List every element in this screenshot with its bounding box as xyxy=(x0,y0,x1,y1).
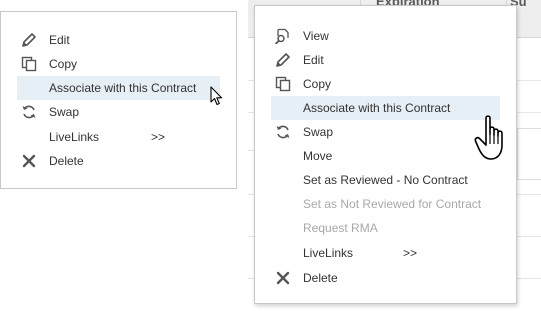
menu-item-label: Copy xyxy=(49,57,78,71)
menu-item-copy[interactable]: Copy xyxy=(17,52,220,76)
menu-item-request-rma: Request RMA xyxy=(271,216,500,240)
background-panel-edge xyxy=(517,128,541,180)
menu-item-edit[interactable]: Edit xyxy=(271,48,500,72)
menu-item-label: Delete xyxy=(303,271,338,285)
close-icon xyxy=(271,266,303,290)
menu-item-set-reviewed-no-contract[interactable]: Set as Reviewed - No Contract xyxy=(271,168,500,192)
menu-item-label: Associate with this Contract xyxy=(303,101,451,115)
pencil-icon xyxy=(17,28,49,52)
menu-item-move[interactable]: Move xyxy=(271,144,500,168)
copy-icon xyxy=(271,72,303,96)
menu-item-label: LiveLinks xyxy=(303,246,354,260)
pencil-icon xyxy=(271,48,303,72)
menu-item-label: Delete xyxy=(49,154,84,168)
context-menu-left: Edit Copy Associate with this Contract S… xyxy=(0,11,237,189)
menu-item-associate-contract[interactable]: Associate with this Contract xyxy=(271,96,500,120)
menu-item-livelinks[interactable]: LiveLinks >> xyxy=(17,125,220,149)
menu-item-associate-contract[interactable]: Associate with this Contract xyxy=(17,76,220,100)
menu-item-set-not-reviewed: Set as Not Reviewed for Contract xyxy=(271,192,500,216)
arrow-cursor-icon xyxy=(210,86,223,106)
menu-item-label: Swap xyxy=(49,105,80,119)
menu-item-copy[interactable]: Copy xyxy=(271,72,500,96)
menu-item-label: Associate with this Contract xyxy=(49,81,197,95)
menu-item-livelinks[interactable]: LiveLinks >> xyxy=(271,241,500,265)
swap-icon xyxy=(17,100,49,124)
submenu-arrow: >> xyxy=(151,130,166,144)
menu-item-edit[interactable]: Edit xyxy=(17,28,220,52)
swap-icon xyxy=(271,120,303,144)
menu-item-label: View xyxy=(303,29,329,43)
menu-item-label: Move xyxy=(303,149,333,163)
menu-item-label: Set as Reviewed - No Contract xyxy=(303,173,468,187)
menu-item-label: Set as Not Reviewed for Contract xyxy=(303,197,482,211)
copy-icon xyxy=(17,52,49,76)
menu-item-view[interactable]: View xyxy=(271,24,500,48)
menu-item-label: Request RMA xyxy=(303,221,378,235)
menu-item-delete[interactable]: Delete xyxy=(17,149,220,173)
menu-item-label: LiveLinks xyxy=(49,130,100,144)
close-icon xyxy=(17,149,49,173)
hand-cursor-icon xyxy=(474,115,503,160)
menu-item-label: Swap xyxy=(303,125,334,139)
menu-item-label: Edit xyxy=(49,33,70,47)
menu-item-swap[interactable]: Swap xyxy=(271,120,500,144)
menu-item-delete[interactable]: Delete xyxy=(271,266,500,290)
menu-item-swap[interactable]: Swap xyxy=(17,100,220,124)
submenu-arrow: >> xyxy=(403,246,418,260)
menu-item-label: Copy xyxy=(303,77,332,91)
menu-item-label: Edit xyxy=(303,53,324,67)
view-icon xyxy=(271,24,303,48)
